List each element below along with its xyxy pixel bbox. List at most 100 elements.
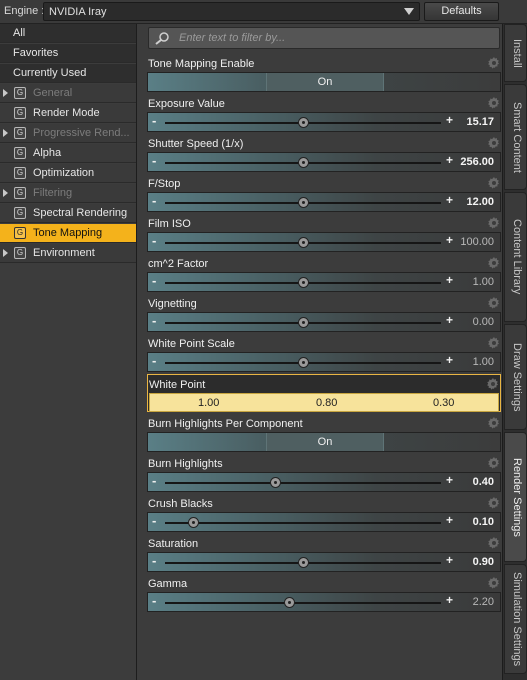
decrement-button[interactable]: -: [152, 233, 156, 248]
slider-field[interactable]: - +12.00: [147, 192, 501, 212]
sidebar-item-9[interactable]: G Spectral Rendering: [0, 204, 136, 223]
slider-value[interactable]: 0.10: [473, 516, 494, 528]
slider-value[interactable]: 15.17: [466, 116, 494, 128]
slider-handle[interactable]: [298, 197, 309, 208]
sidebar-item-5[interactable]: G Progressive Rend...: [0, 124, 136, 143]
search-icon[interactable]: [153, 31, 173, 46]
increment-button[interactable]: +: [446, 233, 453, 247]
tab-simulation-settings[interactable]: Simulation Settings: [504, 564, 527, 674]
slider-value[interactable]: 0.00: [473, 316, 494, 328]
tab-draw-settings[interactable]: Draw Settings: [504, 324, 527, 430]
decrement-button[interactable]: -: [152, 553, 156, 568]
increment-button[interactable]: +: [446, 153, 453, 167]
color-channel-value[interactable]: 0.80: [316, 397, 337, 409]
slider-field[interactable]: - +100.00: [147, 232, 501, 252]
slider-field[interactable]: - +256.00: [147, 152, 501, 172]
gear-icon[interactable]: [488, 497, 500, 509]
tab-smart-content[interactable]: Smart Content: [504, 84, 527, 190]
gear-icon[interactable]: [488, 337, 500, 349]
slider-value[interactable]: 256.00: [460, 156, 494, 168]
increment-button[interactable]: +: [446, 353, 453, 367]
decrement-button[interactable]: -: [152, 153, 156, 168]
increment-button[interactable]: +: [446, 593, 453, 607]
decrement-button[interactable]: -: [152, 473, 156, 488]
sidebar-item-10[interactable]: G Tone Mapping: [0, 224, 136, 243]
sidebar-item-7[interactable]: G Optimization: [0, 164, 136, 183]
gear-icon[interactable]: [488, 417, 500, 429]
gear-icon[interactable]: [488, 297, 500, 309]
increment-button[interactable]: +: [446, 513, 453, 527]
toggle-field[interactable]: On: [147, 432, 501, 452]
slider-field[interactable]: - +15.17: [147, 112, 501, 132]
gear-icon[interactable]: [488, 137, 500, 149]
gear-icon[interactable]: [488, 57, 500, 69]
slider-track[interactable]: [165, 522, 441, 524]
slider-handle[interactable]: [298, 277, 309, 288]
decrement-button[interactable]: -: [152, 193, 156, 208]
slider-value[interactable]: 0.90: [473, 556, 494, 568]
sidebar-item-11[interactable]: G Environment: [0, 244, 136, 263]
color-field[interactable]: 1.00 0.80 0.30: [149, 393, 499, 412]
slider-field[interactable]: - +1.00: [147, 272, 501, 292]
sidebar-item-3[interactable]: G General: [0, 84, 136, 103]
filter-field[interactable]: Enter text to filter by...: [148, 27, 500, 49]
slider-field[interactable]: - +0.40: [147, 472, 501, 492]
decrement-button[interactable]: -: [152, 593, 156, 608]
slider-field[interactable]: - +0.90: [147, 552, 501, 572]
expand-arrow-icon[interactable]: [3, 129, 8, 137]
increment-button[interactable]: +: [446, 193, 453, 207]
slider-handle[interactable]: [270, 477, 282, 488]
slider-value[interactable]: 2.20: [473, 596, 494, 608]
engine-dropdown[interactable]: NVIDIA Iray: [43, 2, 420, 21]
sidebar-item-2[interactable]: Currently Used: [0, 64, 136, 83]
tab-install[interactable]: Install: [504, 24, 527, 82]
slider-track[interactable]: [165, 482, 441, 484]
slider-field[interactable]: - +1.00: [147, 352, 501, 372]
decrement-button[interactable]: -: [152, 273, 156, 288]
increment-button[interactable]: +: [446, 473, 453, 487]
slider-value[interactable]: 0.40: [473, 476, 494, 488]
increment-button[interactable]: +: [446, 113, 453, 127]
slider-value[interactable]: 12.00: [466, 196, 494, 208]
slider-handle[interactable]: [298, 357, 309, 368]
tab-render-settings[interactable]: Render Settings: [504, 432, 527, 562]
gear-icon[interactable]: [488, 457, 500, 469]
sidebar-item-0[interactable]: All: [0, 24, 136, 43]
slider-handle[interactable]: [187, 517, 199, 528]
decrement-button[interactable]: -: [152, 113, 156, 128]
color-channel-value[interactable]: 1.00: [198, 397, 219, 409]
toggle-value[interactable]: On: [266, 433, 384, 451]
increment-button[interactable]: +: [446, 273, 453, 287]
slider-value[interactable]: 1.00: [473, 356, 494, 368]
decrement-button[interactable]: -: [152, 513, 156, 528]
slider-handle[interactable]: [298, 557, 309, 568]
slider-handle[interactable]: [284, 597, 296, 608]
increment-button[interactable]: +: [446, 313, 453, 327]
defaults-button[interactable]: Defaults: [424, 2, 499, 21]
gear-icon[interactable]: [488, 577, 500, 589]
slider-handle[interactable]: [298, 237, 309, 248]
sidebar-item-6[interactable]: G Alpha: [0, 144, 136, 163]
gear-icon[interactable]: [488, 257, 500, 269]
increment-button[interactable]: +: [446, 553, 453, 567]
slider-value[interactable]: 1.00: [473, 276, 494, 288]
color-channel-value[interactable]: 0.30: [433, 397, 454, 409]
gear-icon[interactable]: [488, 97, 500, 109]
decrement-button[interactable]: -: [152, 313, 156, 328]
slider-field[interactable]: - +2.20: [147, 592, 501, 612]
gear-icon[interactable]: [488, 217, 500, 229]
slider-handle[interactable]: [298, 157, 309, 168]
slider-field[interactable]: - +0.10: [147, 512, 501, 532]
gear-icon[interactable]: [488, 537, 500, 549]
slider-value[interactable]: 100.00: [460, 236, 494, 248]
sidebar-item-4[interactable]: G Render Mode: [0, 104, 136, 123]
expand-arrow-icon[interactable]: [3, 189, 8, 197]
decrement-button[interactable]: -: [152, 353, 156, 368]
slider-handle[interactable]: [298, 317, 309, 328]
sidebar-item-8[interactable]: G Filtering: [0, 184, 136, 203]
slider-handle[interactable]: [298, 117, 309, 128]
toggle-value[interactable]: On: [266, 73, 384, 91]
slider-field[interactable]: - +0.00: [147, 312, 501, 332]
tab-content-library[interactable]: Content Library: [504, 192, 527, 322]
toggle-field[interactable]: On: [147, 72, 501, 92]
